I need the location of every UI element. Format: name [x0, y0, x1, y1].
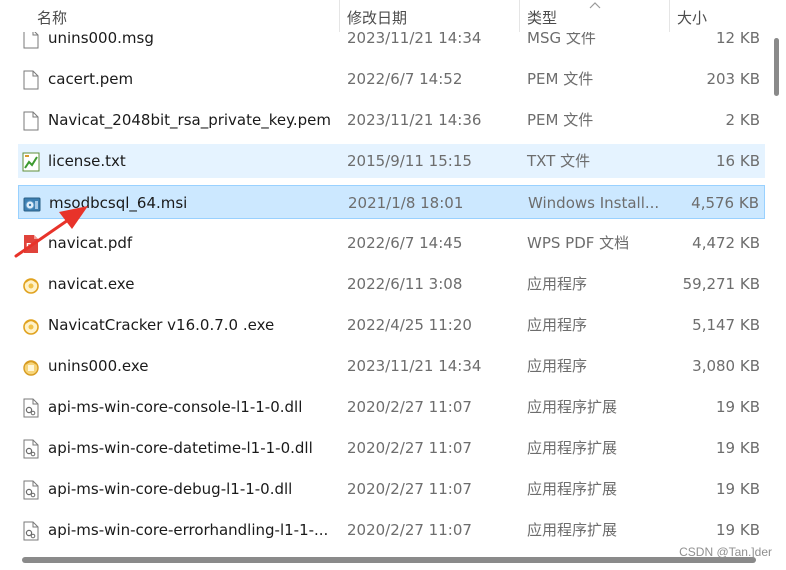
file-type: 应用程序扩展: [527, 439, 618, 457]
file-name: license.txt: [48, 152, 126, 170]
uninstaller-icon: [22, 357, 40, 377]
vertical-scrollbar[interactable]: [768, 0, 786, 552]
column-divider[interactable]: [339, 0, 340, 32]
file-row[interactable]: NavicatCracker v16.0.7.0 .exe 2022/4/25 1…: [18, 308, 765, 342]
file-size: 19 KB: [716, 521, 760, 539]
file-size: 2 KB: [725, 111, 760, 129]
pdf-icon: P: [22, 234, 40, 254]
file-name: cacert.pem: [48, 70, 134, 88]
dll-file-icon: [22, 480, 40, 500]
file-name: api-ms-win-core-errorhandling-l1-1-...: [48, 521, 329, 539]
file-name: unins000.exe: [48, 357, 149, 375]
file-type: Windows Install...: [528, 194, 660, 212]
file-size: 4,576 KB: [691, 194, 759, 212]
file-row[interactable]: cacert.pem 2022/6/7 14:52 PEM 文件 203 KB: [18, 62, 765, 96]
file-list: unins000.msg 2023/11/21 14:34 MSG 文件 12 KB c…: [0, 0, 768, 552]
file-row[interactable]: api-ms-win-core-console-l1-1-0.dll 2020/2…: [18, 390, 765, 424]
file-name: NavicatCracker v16.0.7.0 .exe: [48, 316, 275, 334]
navicat-app-icon: [22, 275, 40, 295]
column-header-size[interactable]: 大小: [677, 0, 707, 32]
file-modified-date: 2023/11/21 14:34: [347, 357, 482, 375]
dll-file-icon: [22, 439, 40, 459]
file-modified-date: 2022/6/7 14:52: [347, 70, 463, 88]
file-size: 203 KB: [706, 70, 760, 88]
file-size: 16 KB: [716, 152, 760, 170]
file-size: 3,080 KB: [692, 357, 760, 375]
sort-ascending-icon: [589, 2, 601, 9]
file-name: Navicat_2048bit_rsa_private_key.pem: [48, 111, 331, 129]
file-size: 19 KB: [716, 398, 760, 416]
file-type: TXT 文件: [527, 152, 591, 170]
vertical-scrollbar-thumb[interactable]: [774, 38, 779, 96]
file-type: 应用程序: [527, 357, 588, 375]
file-type: 应用程序扩展: [527, 480, 618, 498]
file-size: 19 KB: [716, 439, 760, 457]
file-type: PEM 文件: [527, 70, 594, 88]
file-row[interactable]: msodbcsql_64.msi 2021/1/8 18:01 Windows In…: [18, 185, 765, 219]
svg-text:P: P: [26, 242, 32, 251]
navicat-app-icon: [22, 316, 40, 336]
dll-file-icon: [22, 398, 40, 418]
file-size: 4,472 KB: [692, 234, 760, 252]
file-modified-date: 2023/11/21 14:36: [347, 111, 482, 129]
file-type: WPS PDF 文档: [527, 234, 630, 252]
blank-file-icon: [22, 70, 40, 90]
file-modified-date: 2020/2/27 11:07: [347, 439, 472, 457]
installer-icon: [23, 194, 41, 214]
column-divider[interactable]: [669, 0, 670, 32]
file-modified-date: 2020/2/27 11:07: [347, 398, 472, 416]
watermark: CSDN @Tan.]der: [679, 545, 772, 559]
horizontal-scrollbar[interactable]: [0, 552, 768, 570]
file-row[interactable]: unins000.exe 2023/11/21 14:34 应用程序 3,080 KB: [18, 349, 765, 383]
file-row[interactable]: api-ms-win-core-datetime-l1-1-0.dll 2020/…: [18, 431, 765, 465]
column-header-name[interactable]: 名称: [37, 0, 67, 32]
file-size: 59,271 KB: [682, 275, 760, 293]
blank-file-icon: [22, 111, 40, 131]
file-size: 19 KB: [716, 480, 760, 498]
file-size: 5,147 KB: [692, 316, 760, 334]
file-type: 应用程序扩展: [527, 398, 618, 416]
file-modified-date: 2022/6/11 3:08: [347, 275, 463, 293]
file-name: api-ms-win-core-console-l1-1-0.dll: [48, 398, 303, 416]
horizontal-scrollbar-thumb[interactable]: [22, 557, 756, 563]
dll-file-icon: [22, 521, 40, 541]
file-row[interactable]: api-ms-win-core-debug-l1-1-0.dll 2020/2/2…: [18, 472, 765, 506]
file-type: PEM 文件: [527, 111, 594, 129]
column-header-date[interactable]: 修改日期: [347, 0, 407, 32]
file-modified-date: 2022/4/25 11:20: [347, 316, 472, 334]
file-type: 应用程序扩展: [527, 521, 618, 539]
file-row[interactable]: api-ms-win-core-errorhandling-l1-1-... 20…: [18, 513, 765, 547]
file-row[interactable]: navicat.exe 2022/6/11 3:08 应用程序 59,271 KB: [18, 267, 765, 301]
file-type: 应用程序: [527, 275, 588, 293]
file-row[interactable]: Navicat_2048bit_rsa_private_key.pem 2023/…: [18, 103, 765, 137]
file-type: 应用程序: [527, 316, 588, 334]
file-modified-date: 2021/1/8 18:01: [348, 194, 464, 212]
file-modified-date: 2020/2/27 11:07: [347, 480, 472, 498]
file-name: navicat.exe: [48, 275, 135, 293]
column-header-type[interactable]: 类型: [527, 0, 557, 32]
file-modified-date: 2020/2/27 11:07: [347, 521, 472, 539]
column-header: 名称 修改日期 类型 大小: [0, 0, 768, 32]
file-name: navicat.pdf: [48, 234, 133, 252]
file-name: api-ms-win-core-debug-l1-1-0.dll: [48, 480, 293, 498]
file-row[interactable]: license.txt 2015/9/11 15:15 TXT 文件 16 KB: [18, 144, 765, 178]
file-name: api-ms-win-core-datetime-l1-1-0.dll: [48, 439, 313, 457]
file-modified-date: 2015/9/11 15:15: [347, 152, 472, 170]
file-modified-date: 2022/6/7 14:45: [347, 234, 463, 252]
text-file-icon: [22, 152, 40, 172]
file-name: msodbcsql_64.msi: [49, 194, 188, 212]
column-divider[interactable]: [519, 0, 520, 32]
file-row[interactable]: Pnavicat.pdf 2022/6/7 14:45 WPS PDF 文档 4,47…: [18, 226, 765, 260]
